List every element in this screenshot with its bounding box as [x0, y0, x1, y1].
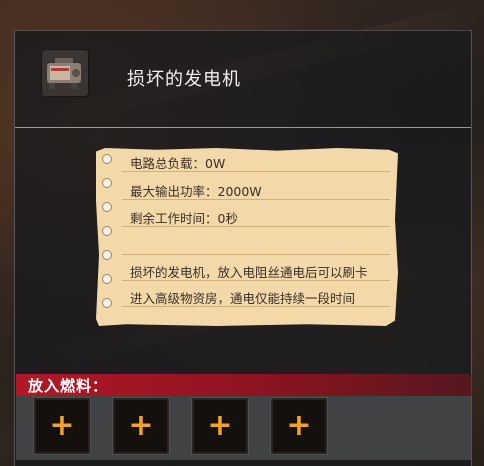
item-title: 损坏的发电机 — [127, 69, 241, 90]
note-ring — [102, 202, 112, 212]
fuel-slot-3[interactable]: + — [192, 398, 248, 454]
generator-icon — [41, 49, 89, 97]
fuel-slot-1[interactable]: + — [34, 398, 90, 454]
panel-header: 损坏的发电机 — [15, 31, 471, 128]
plus-icon: + — [207, 408, 233, 443]
note-ring — [102, 226, 112, 236]
circuit-load-text: 电路总负载：0W — [130, 156, 226, 171]
fuel-slot-4[interactable]: + — [271, 398, 327, 454]
note-ring — [102, 274, 112, 284]
info-note: 电路总负载：0W 最大输出功率：2000W 剩余工作时间：0秒 损坏的发电机，放… — [96, 148, 398, 326]
description-line-1: 损坏的发电机，放入电阻丝通电后可以刷卡 — [130, 265, 368, 280]
note-ring — [102, 178, 112, 188]
plus-icon: + — [286, 408, 312, 443]
fuel-label: 放入燃料： — [28, 377, 109, 395]
note-rule — [122, 254, 390, 255]
max-output-text: 最大输出功率：2000W — [130, 184, 262, 199]
note-ring — [102, 154, 112, 164]
plus-icon: + — [49, 408, 75, 443]
description-line-2: 进入高级物资房，通电仅能持续一段时间 — [130, 291, 356, 306]
note-ring — [102, 250, 112, 260]
plus-icon: + — [128, 408, 154, 443]
note-ring — [102, 298, 112, 308]
remaining-time-text: 剩余工作时间：0秒 — [130, 211, 238, 226]
fuel-slot-2[interactable]: + — [113, 398, 169, 454]
